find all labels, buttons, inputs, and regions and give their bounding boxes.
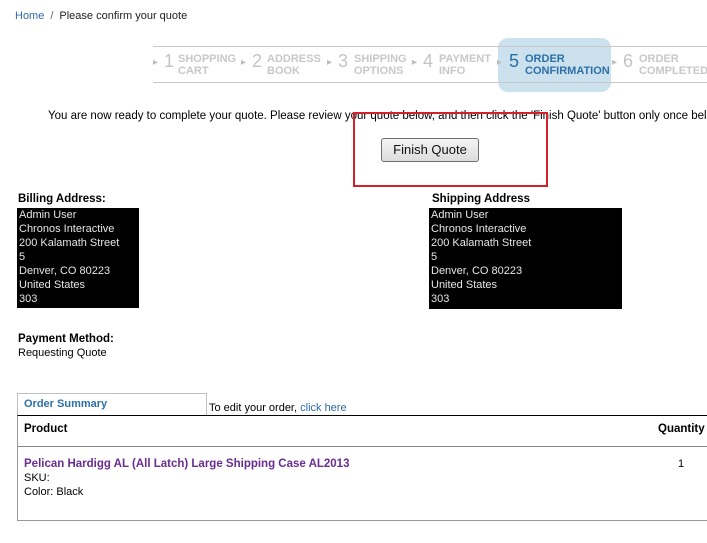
step-arrow-icon: ▸ — [153, 57, 159, 68]
address-line: 303 — [431, 293, 450, 305]
step-number: 4 — [423, 51, 434, 71]
edit-order-prefix: To edit your order, — [209, 402, 298, 414]
table-divider — [18, 446, 707, 447]
address-line: 200 Kalamath Street — [19, 237, 120, 249]
address-line: Admin User — [19, 209, 77, 221]
column-header-product: Product — [24, 423, 68, 435]
billing-address-block: Admin User Chronos Interactive 200 Kalam… — [17, 208, 139, 308]
product-sku: SKU: — [24, 472, 50, 484]
edit-order-link[interactable]: click here — [300, 402, 346, 414]
address-line: Denver, CO 80223 — [19, 265, 111, 277]
step-label: ORDER COMPLETED — [639, 53, 707, 77]
step-arrow-icon: ▸ — [412, 57, 418, 68]
address-line: 5 — [431, 251, 438, 263]
step-arrow-icon: ▸ — [327, 57, 333, 68]
step-number: 6 — [623, 51, 634, 71]
step-arrow-icon: ▸ — [497, 57, 503, 68]
address-line: 5 — [19, 251, 26, 263]
payment-method-title: Payment Method: — [18, 333, 114, 345]
product-quantity: 1 — [678, 458, 685, 470]
step-number: 3 — [338, 51, 349, 71]
breadcrumb-separator: / — [50, 10, 54, 22]
breadcrumb-current: Please confirm your quote — [59, 10, 188, 22]
step-label: SHOPPING CART — [178, 53, 237, 77]
billing-address-title: Billing Address: — [18, 193, 106, 205]
shipping-address-title: Shipping Address — [432, 193, 530, 205]
order-summary-tab-label: Order Summary — [24, 398, 108, 410]
order-summary-tab[interactable]: Order Summary — [17, 393, 207, 416]
edit-order-text: To edit your order, click here — [209, 402, 347, 414]
step-arrow-icon: ▸ — [612, 57, 618, 68]
address-line: Chronos Interactive — [431, 223, 527, 235]
step-label: ORDER CONFIRMATION — [525, 53, 610, 77]
step-label: SHIPPING OPTIONS — [354, 53, 407, 77]
shipping-address-block: Admin User Chronos Interactive 200 Kalam… — [429, 208, 622, 309]
address-line: 200 Kalamath Street — [431, 237, 532, 249]
breadcrumb: Home / Please confirm your quote — [15, 10, 187, 22]
step-label: PAYMENT INFO — [439, 53, 491, 77]
product-name-link[interactable]: Pelican Hardigg AL (All Latch) Large Shi… — [24, 458, 349, 470]
payment-method-value: Requesting Quote — [18, 347, 107, 359]
address-line: 303 — [19, 293, 38, 305]
step-number: 2 — [252, 51, 263, 71]
step-number: 5 — [509, 51, 520, 71]
column-header-quantity: Quantity — [658, 423, 705, 435]
address-line: United States — [19, 279, 86, 291]
address-line: Admin User — [431, 209, 489, 221]
highlight-box — [353, 112, 548, 187]
step-arrow-icon: ▸ — [241, 57, 247, 68]
address-line: Chronos Interactive — [19, 223, 115, 235]
step-number: 1 — [164, 51, 175, 71]
address-line: United States — [431, 279, 498, 291]
checkout-progress: ▸ 1 SHOPPING CART ▸ 2 ADDRESS BOOK ▸ 3 SHI… — [153, 46, 707, 83]
breadcrumb-home-link[interactable]: Home — [15, 10, 44, 22]
product-color: Color: Black — [24, 486, 84, 498]
address-line: Denver, CO 80223 — [431, 265, 523, 277]
step-label: ADDRESS BOOK — [267, 53, 321, 77]
